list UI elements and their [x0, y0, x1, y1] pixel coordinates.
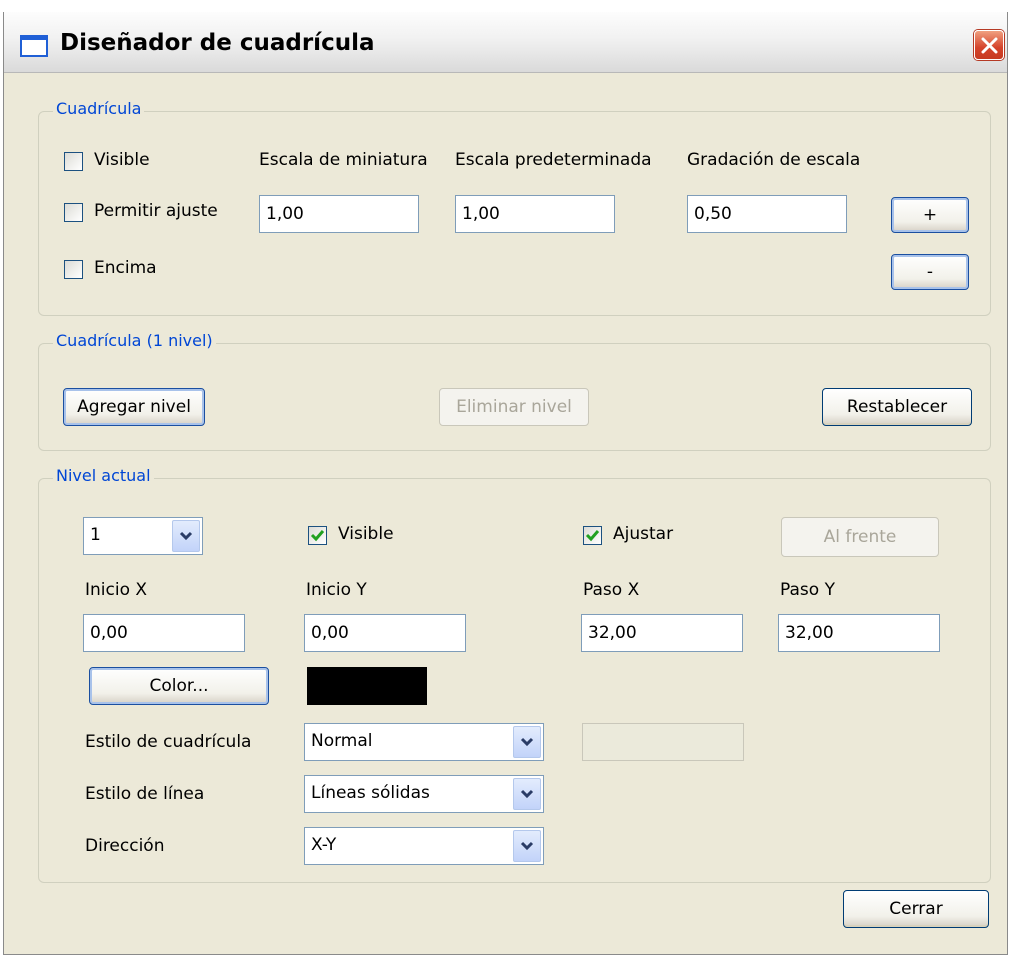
color-button[interactable]: Color...: [89, 667, 269, 705]
grid-style-value: Normal: [311, 731, 373, 751]
current-level-group: Nivel actual 1 Visible Ajustar Al frente…: [38, 466, 991, 883]
ontop-label: Encima: [94, 258, 157, 278]
bring-front-button[interactable]: Al frente: [781, 517, 939, 557]
close-button[interactable]: Cerrar: [843, 890, 989, 928]
level-visible-checkbox[interactable]: [308, 526, 327, 545]
levels-group: Cuadrícula (1 nivel) Agregar nivel Elimi…: [38, 331, 991, 451]
default-scale-label: Escala predeterminada: [455, 150, 652, 170]
start-x-label: Inicio X: [85, 580, 148, 600]
level-select-value: 1: [90, 525, 101, 545]
visible-label: Visible: [94, 150, 150, 170]
direction-label: Dirección: [85, 836, 165, 856]
grid-group-legend: Cuadrícula: [53, 99, 145, 118]
dialog-window: Diseñador de cuadrícula Cuadrícula Visib…: [3, 12, 1008, 955]
step-x-label: Paso X: [583, 580, 640, 600]
grid-style-select[interactable]: Normal: [304, 723, 544, 761]
grid-style-label: Estilo de cuadrícula: [85, 732, 252, 752]
zoom-minus-button[interactable]: -: [891, 254, 969, 290]
line-style-dropdown[interactable]: [513, 778, 541, 810]
add-level-button[interactable]: Agregar nivel: [63, 388, 205, 426]
color-swatch[interactable]: [307, 667, 427, 705]
line-style-select[interactable]: Líneas sólidas: [304, 775, 544, 813]
step-y-input[interactable]: 32,00: [778, 614, 940, 652]
start-y-input[interactable]: 0,00: [304, 614, 466, 652]
ontop-checkbox[interactable]: [64, 260, 83, 279]
levels-group-legend: Cuadrícula (1 nivel): [53, 331, 216, 350]
direction-dropdown[interactable]: [513, 830, 541, 862]
scale-step-input[interactable]: 0,50: [687, 195, 847, 233]
line-style-label: Estilo de línea: [85, 784, 205, 804]
level-select-dropdown[interactable]: [172, 520, 200, 552]
snap-label: Permitir ajuste: [94, 201, 218, 221]
default-scale-input[interactable]: 1,00: [455, 195, 615, 233]
start-x-input[interactable]: 0,00: [83, 614, 245, 652]
adjust-checkbox[interactable]: [583, 526, 602, 545]
current-level-legend: Nivel actual: [53, 466, 154, 485]
level-visible-label: Visible: [338, 524, 394, 544]
line-style-value: Líneas sólidas: [311, 783, 430, 803]
step-y-label: Paso Y: [780, 580, 835, 600]
reset-button[interactable]: Restablecer: [822, 388, 972, 426]
title-bar[interactable]: Diseñador de cuadrícula: [4, 12, 1007, 73]
start-y-label: Inicio Y: [306, 580, 367, 600]
visible-checkbox[interactable]: [64, 152, 83, 171]
zoom-plus-button[interactable]: +: [891, 197, 969, 233]
snap-checkbox[interactable]: [64, 203, 83, 222]
thumb-scale-input[interactable]: 1,00: [259, 195, 419, 233]
grid-style-dropdown[interactable]: [513, 726, 541, 758]
grid-style-extra-field: [582, 723, 744, 761]
close-window-button[interactable]: [974, 30, 1004, 60]
grid-group: Cuadrícula Visible Permitir ajuste Encim…: [38, 99, 991, 316]
thumb-scale-label: Escala de miniatura: [259, 150, 428, 170]
direction-select[interactable]: X-Y: [304, 827, 544, 865]
scale-step-label: Gradación de escala: [687, 150, 861, 170]
direction-value: X-Y: [311, 835, 337, 855]
window-title: Diseñador de cuadrícula: [60, 30, 375, 56]
adjust-label: Ajustar: [613, 524, 674, 544]
remove-level-button[interactable]: Eliminar nivel: [439, 388, 589, 426]
window-icon: [20, 35, 48, 57]
level-select[interactable]: 1: [83, 517, 203, 555]
step-x-input[interactable]: 32,00: [581, 614, 743, 652]
